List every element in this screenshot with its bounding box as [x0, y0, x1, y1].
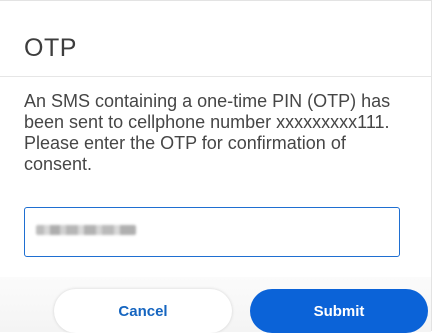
submit-button[interactable]: Submit	[250, 289, 428, 333]
otp-masked-value	[36, 225, 136, 235]
cancel-button[interactable]: Cancel	[54, 289, 232, 333]
title-divider	[0, 76, 431, 77]
otp-message: An SMS containing a one-time PIN (OTP) h…	[24, 91, 391, 174]
dialog-title: OTP	[24, 34, 77, 62]
otp-dialog: OTP An SMS containing a one-time PIN (OT…	[0, 0, 432, 333]
